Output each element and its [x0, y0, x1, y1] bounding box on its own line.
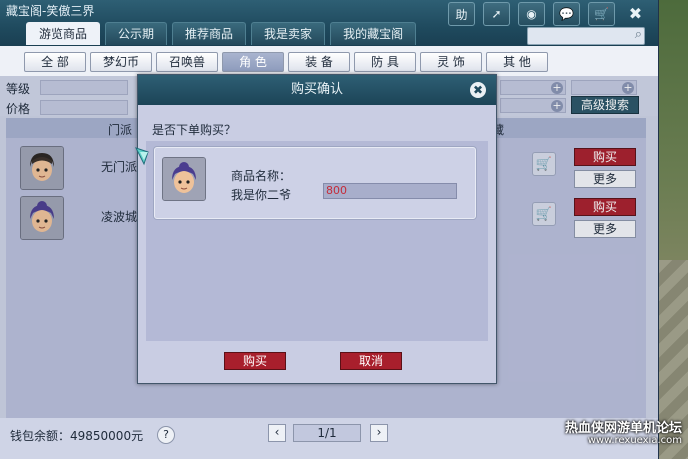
- titlebar-icons: 助 ➚ ◉ 💬 🛒 ✖: [448, 2, 648, 26]
- watermark-line2: www.rexuexia.com: [587, 435, 682, 446]
- tab-public[interactable]: 公示期: [105, 22, 168, 45]
- tab-seller[interactable]: 我是卖家: [251, 22, 326, 45]
- item-price: 800: [323, 183, 457, 199]
- gem-cursor-icon: [134, 146, 152, 166]
- footer-bar: 钱包余额：49850000元 ? ‹ 1/1 ›: [0, 418, 658, 459]
- category-currency[interactable]: 梦幻币: [90, 52, 152, 72]
- search-input[interactable]: ⌕: [527, 27, 645, 45]
- help-button[interactable]: ?: [157, 426, 175, 444]
- category-armor[interactable]: 防 具: [354, 52, 416, 72]
- confirm-buy-button[interactable]: 购买: [224, 352, 286, 370]
- share-icon[interactable]: ➚: [483, 2, 510, 26]
- confirm-question: 是否下单购买？: [152, 123, 237, 137]
- title-bar: 藏宝阁-笑傲三界 助 ➚ ◉ 💬 🛒 ✖ 游览商品 公示期 推荐商品 我是卖家 …: [0, 0, 658, 46]
- wallet-balance: 钱包余额：49850000元: [10, 429, 144, 443]
- category-equipment[interactable]: 装 备: [288, 52, 350, 72]
- stop-icon[interactable]: ◉: [518, 2, 545, 26]
- close-icon[interactable]: ✖: [470, 82, 486, 98]
- cart-icon[interactable]: 🛒: [588, 2, 615, 26]
- purchase-confirm-dialog: 购买确认 ✖ 是否下单购买？ 商品名称： 我是你二爷 800 购买 取消: [137, 74, 497, 384]
- category-buttons: 全 部 梦幻币 召唤兽 角 色 装 备 防 具 灵 饰 其 他: [24, 52, 548, 72]
- tab-browse[interactable]: 游览商品: [26, 22, 101, 45]
- main-tabs: 游览商品 公示期 推荐商品 我是卖家 我的藏宝阁: [26, 22, 417, 45]
- tab-recommended[interactable]: 推荐商品: [172, 22, 247, 45]
- category-bar: 全 部 梦幻币 召唤兽 角 色 装 备 防 具 灵 饰 其 他: [0, 46, 658, 76]
- category-characters[interactable]: 角 色: [222, 52, 284, 72]
- category-pets[interactable]: 召唤兽: [156, 52, 218, 72]
- game-background: [658, 0, 688, 459]
- item-avatar: [162, 157, 206, 201]
- search-icon[interactable]: ⌕: [635, 27, 642, 42]
- treasure-window: 藏宝阁-笑傲三界 助 ➚ ◉ 💬 🛒 ✖ 游览商品 公示期 推荐商品 我是卖家 …: [0, 0, 659, 459]
- category-accessories[interactable]: 灵 饰: [420, 52, 482, 72]
- watermark-line1: 热血侠网游单机论坛: [564, 421, 682, 436]
- category-other[interactable]: 其 他: [486, 52, 548, 72]
- page-indicator: 1/1: [293, 424, 361, 442]
- prev-page-button[interactable]: ‹: [268, 424, 286, 442]
- dialog-title: 购买确认: [138, 75, 496, 105]
- next-page-button[interactable]: ›: [370, 424, 388, 442]
- chat-icon[interactable]: 💬: [553, 2, 580, 26]
- tab-my-treasure[interactable]: 我的藏宝阁: [330, 22, 417, 45]
- item-name-label: 商品名称：: [231, 169, 292, 183]
- close-icon[interactable]: ✖: [623, 2, 648, 24]
- category-all[interactable]: 全 部: [24, 52, 86, 72]
- help-icon[interactable]: 助: [448, 2, 475, 26]
- window-title: 藏宝阁-笑傲三界: [6, 4, 95, 18]
- cancel-button[interactable]: 取消: [340, 352, 402, 370]
- watermark: 热血侠网游单机论坛 www.rexuexia.com: [564, 421, 682, 447]
- item-name: 我是你二爷: [231, 188, 292, 202]
